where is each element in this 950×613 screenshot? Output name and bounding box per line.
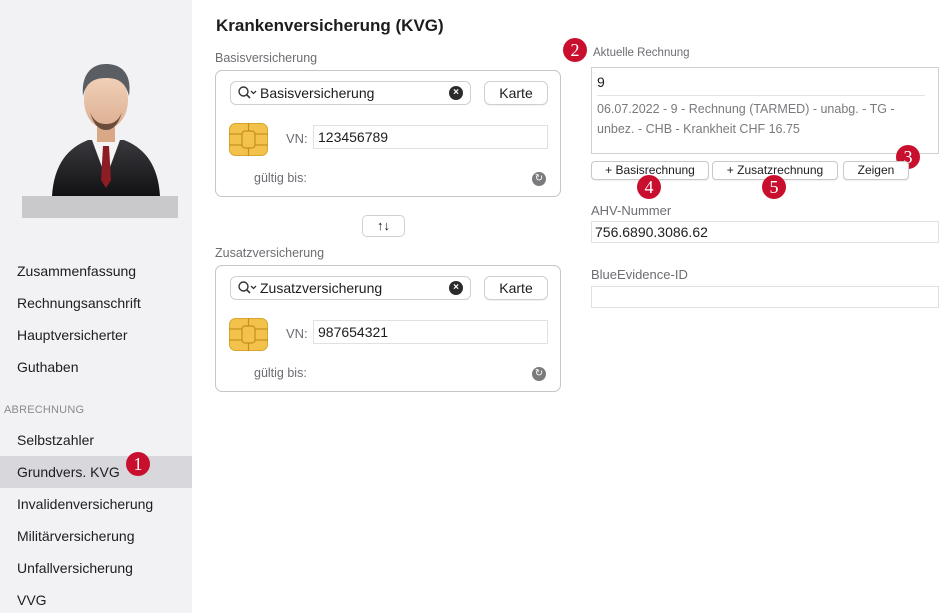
basis-gueltig-label: gültig bis: [254, 171, 307, 185]
page-title: Krankenversicherung (KVG) [216, 16, 444, 35]
sidebar-item-invalidenversicherung[interactable]: Invalidenversicherung [0, 488, 192, 520]
user-avatar-icon [52, 64, 160, 196]
basis-vn-label: VN: [286, 131, 308, 146]
blueevidence-label: BlueEvidence-ID [591, 267, 688, 282]
refresh-icon[interactable]: ↻ [532, 172, 546, 186]
sidebar-item-rechnungsanschrift[interactable]: Rechnungsanschrift [0, 287, 192, 319]
sidebar-item-militaerversicherung[interactable]: Militärversicherung [0, 520, 192, 552]
basis-insurance-box: Basisversicherung × Karte VN: 123456789 … [215, 70, 561, 197]
zeigen-button[interactable]: Zeigen [843, 161, 909, 180]
ahv-label: AHV-Nummer [591, 203, 672, 218]
sidebar: Zusammenfassung Rechnungsanschrift Haupt… [0, 0, 192, 613]
sidebar-item-zusammenfassung[interactable]: Zusammenfassung [0, 255, 192, 287]
basis-karte-button[interactable]: Karte [484, 81, 548, 105]
zusatz-section-label: Zusatzversicherung [215, 246, 325, 260]
zusatz-karte-button[interactable]: Karte [484, 276, 548, 300]
clear-icon[interactable]: × [449, 281, 463, 295]
basis-search-value: Basisversicherung [260, 85, 375, 101]
zusatz-gueltig-label: gültig bis: [254, 366, 307, 380]
insurance-card-chip-icon [229, 318, 268, 351]
sidebar-item-grundvers-kvg[interactable]: Grundvers. KVG [0, 456, 192, 488]
zusatz-search-field[interactable]: Zusatzversicherung × [230, 276, 471, 300]
sidebar-item-selbstzahler[interactable]: Selbstzahler [0, 424, 192, 456]
swap-insurance-button[interactable]: ↑↓ [362, 215, 405, 237]
sidebar-item-unfallversicherung[interactable]: Unfallversicherung [0, 552, 192, 584]
aktuelle-rechnung-label: Aktuelle Rechnung [593, 47, 690, 59]
avatar-name-bar [22, 196, 178, 218]
callout-badge-5: 5 [762, 175, 786, 199]
sidebar-item-guthaben[interactable]: Guthaben [0, 351, 192, 383]
blueevidence-id-field[interactable] [591, 286, 939, 308]
zusatz-vn-label: VN: [286, 326, 308, 341]
sidebar-item-hauptversicherter[interactable]: Hauptversicherter [0, 319, 192, 351]
search-dropdown-icon[interactable] [237, 280, 259, 296]
invoice-number: 9 [597, 74, 605, 90]
basis-search-field[interactable]: Basisversicherung × [230, 81, 471, 105]
callout-badge-4: 4 [637, 175, 661, 199]
zusatz-search-value: Zusatzversicherung [260, 280, 383, 296]
ahv-number-field[interactable]: 756.6890.3086.62 [591, 221, 939, 243]
clear-icon[interactable]: × [449, 86, 463, 100]
sidebar-section-abrechnung: ABRECHNUNG [4, 404, 85, 416]
search-dropdown-icon[interactable] [237, 85, 259, 101]
zusatz-vn-field[interactable]: 987654321 [313, 320, 548, 344]
callout-badge-1: 1 [126, 452, 150, 476]
divider [597, 95, 925, 96]
invoice-description: 06.07.2022 - 9 - Rechnung (TARMED) - una… [597, 102, 895, 136]
zusatz-insurance-box: Zusatzversicherung × Karte VN: 987654321… [215, 265, 561, 392]
refresh-icon[interactable]: ↻ [532, 367, 546, 381]
sidebar-item-vvg[interactable]: VVG [0, 584, 192, 613]
insurance-card-chip-icon [229, 123, 268, 156]
basis-vn-field[interactable]: 123456789 [313, 125, 548, 149]
current-invoice-box[interactable]: 9 06.07.2022 - 9 - Rechnung (TARMED) - u… [591, 67, 939, 154]
callout-badge-2: 2 [563, 38, 587, 62]
basis-section-label: Basisversicherung [215, 51, 318, 65]
